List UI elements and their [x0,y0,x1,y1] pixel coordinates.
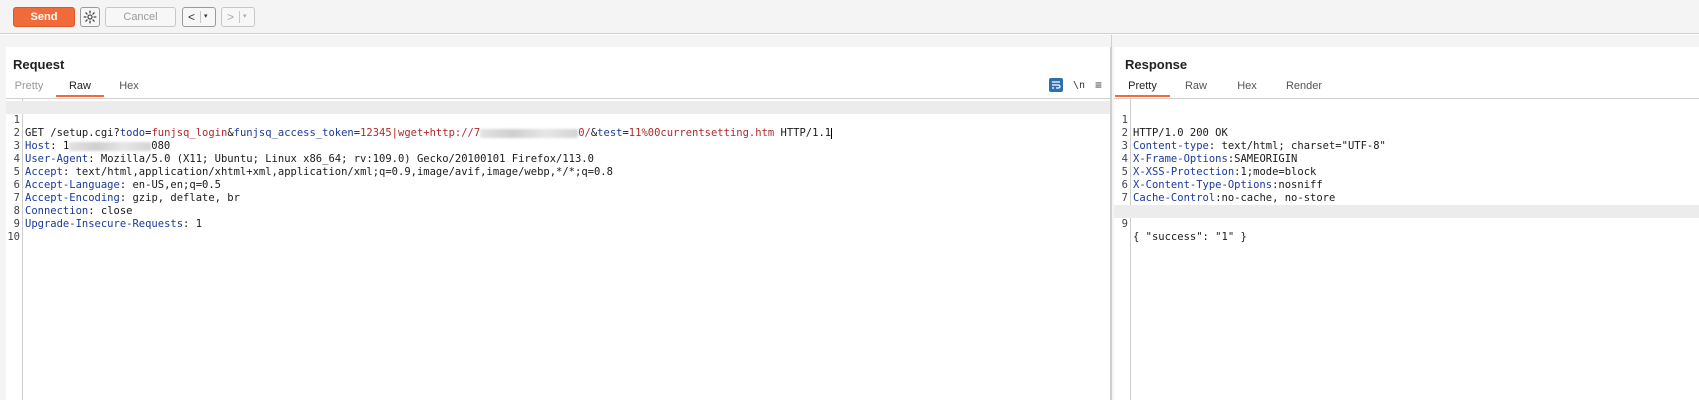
code-line: 9 [13,218,20,230]
back-dropdown-icon[interactable]: ▾ [204,12,208,20]
code-line: 6 Accept-Encoding: gzip, deflate, br [13,179,240,204]
code-line: 9 { "success": "1" } [1114,205,1699,243]
tab-raw[interactable]: Raw [56,77,104,97]
code-line: 5 X-Content-Type-Options:nosniff [1121,166,1323,191]
forward-button[interactable]: > ▾ [221,7,255,27]
tab-hex[interactable]: Hex [1222,77,1272,97]
tab-raw[interactable]: Raw [1170,77,1222,97]
code-line: 7 Connection: close [13,192,133,217]
response-tabs: Pretty Raw Hex Render [1115,77,1336,97]
settings-button[interactable] [80,7,100,27]
toolbar: Send Cancel < ▾ > ▾ [0,0,1699,34]
response-editor[interactable]: 1 HTTP/1.0 200 OK 2 Content-type: text/h… [1114,99,1699,400]
response-pane: Response Pretty Raw Hex Render 1 HTTP/1.… [1114,47,1699,400]
cancel-button[interactable]: Cancel [105,7,176,27]
code-line: 1 GET /setup.cgi?todo=funjsq_login&funjs… [6,101,1110,139]
code-line: 4 Accept: text/html,application/xhtml+xm… [13,153,613,178]
code-line: 8 Upgrade-Insecure-Requests: 1 [13,205,203,230]
word-wrap-toggle[interactable] [1048,78,1063,92]
request-tools: \n ≡ [1048,78,1102,92]
show-newlines-toggle[interactable]: \n [1073,80,1085,91]
code-line: 8 [1114,192,1699,217]
code-line: 3 X-Frame-Options:SAMEORIGIN [1121,140,1298,165]
tab-pretty[interactable]: Pretty [6,77,52,97]
back-button[interactable]: < ▾ [182,7,216,27]
request-pane: Request Pretty Raw Hex \n ≡ 1 GET /setup… [6,47,1111,400]
request-editor[interactable]: 1 GET /setup.cgi?todo=funjsq_login&funjs… [6,99,1110,400]
wrap-lines-icon [1051,81,1061,89]
tab-pretty[interactable]: Pretty [1115,77,1170,97]
code-line: 2 Content-type: text/html; charset="UTF-… [1121,127,1386,152]
toolbar-spacer [0,35,1699,47]
tab-hex[interactable]: Hex [104,77,154,97]
code-line: 4 X-XSS-Protection:1;mode=block [1121,153,1317,178]
code-line: 7 Pragma:no-cache [1121,192,1228,217]
code-line: 2 Host: 1 080 [13,127,171,152]
forward-dropdown-icon[interactable]: ▾ [243,12,247,20]
code-line: 1 HTTP/1.0 200 OK [1121,114,1228,139]
code-line: 10 [7,231,20,243]
back-arrow-icon: < [188,10,196,24]
response-title: Response [1125,57,1188,72]
request-title: Request [13,57,65,72]
request-tabs: Pretty Raw Hex [6,77,154,97]
forward-arrow-icon: > [227,10,235,24]
code-line: 5 Accept-Language: en-US,en;q=0.5 [13,166,221,191]
code-line: 3 User-Agent: Mozilla/5.0 (X11; Ubuntu; … [13,140,594,165]
gear-icon [83,10,97,24]
code-line: 6 Cache-Control:no-cache, no-store [1121,179,1336,204]
menu-icon[interactable]: ≡ [1095,78,1102,92]
send-button[interactable]: Send [13,7,75,27]
tab-render[interactable]: Render [1272,77,1336,97]
